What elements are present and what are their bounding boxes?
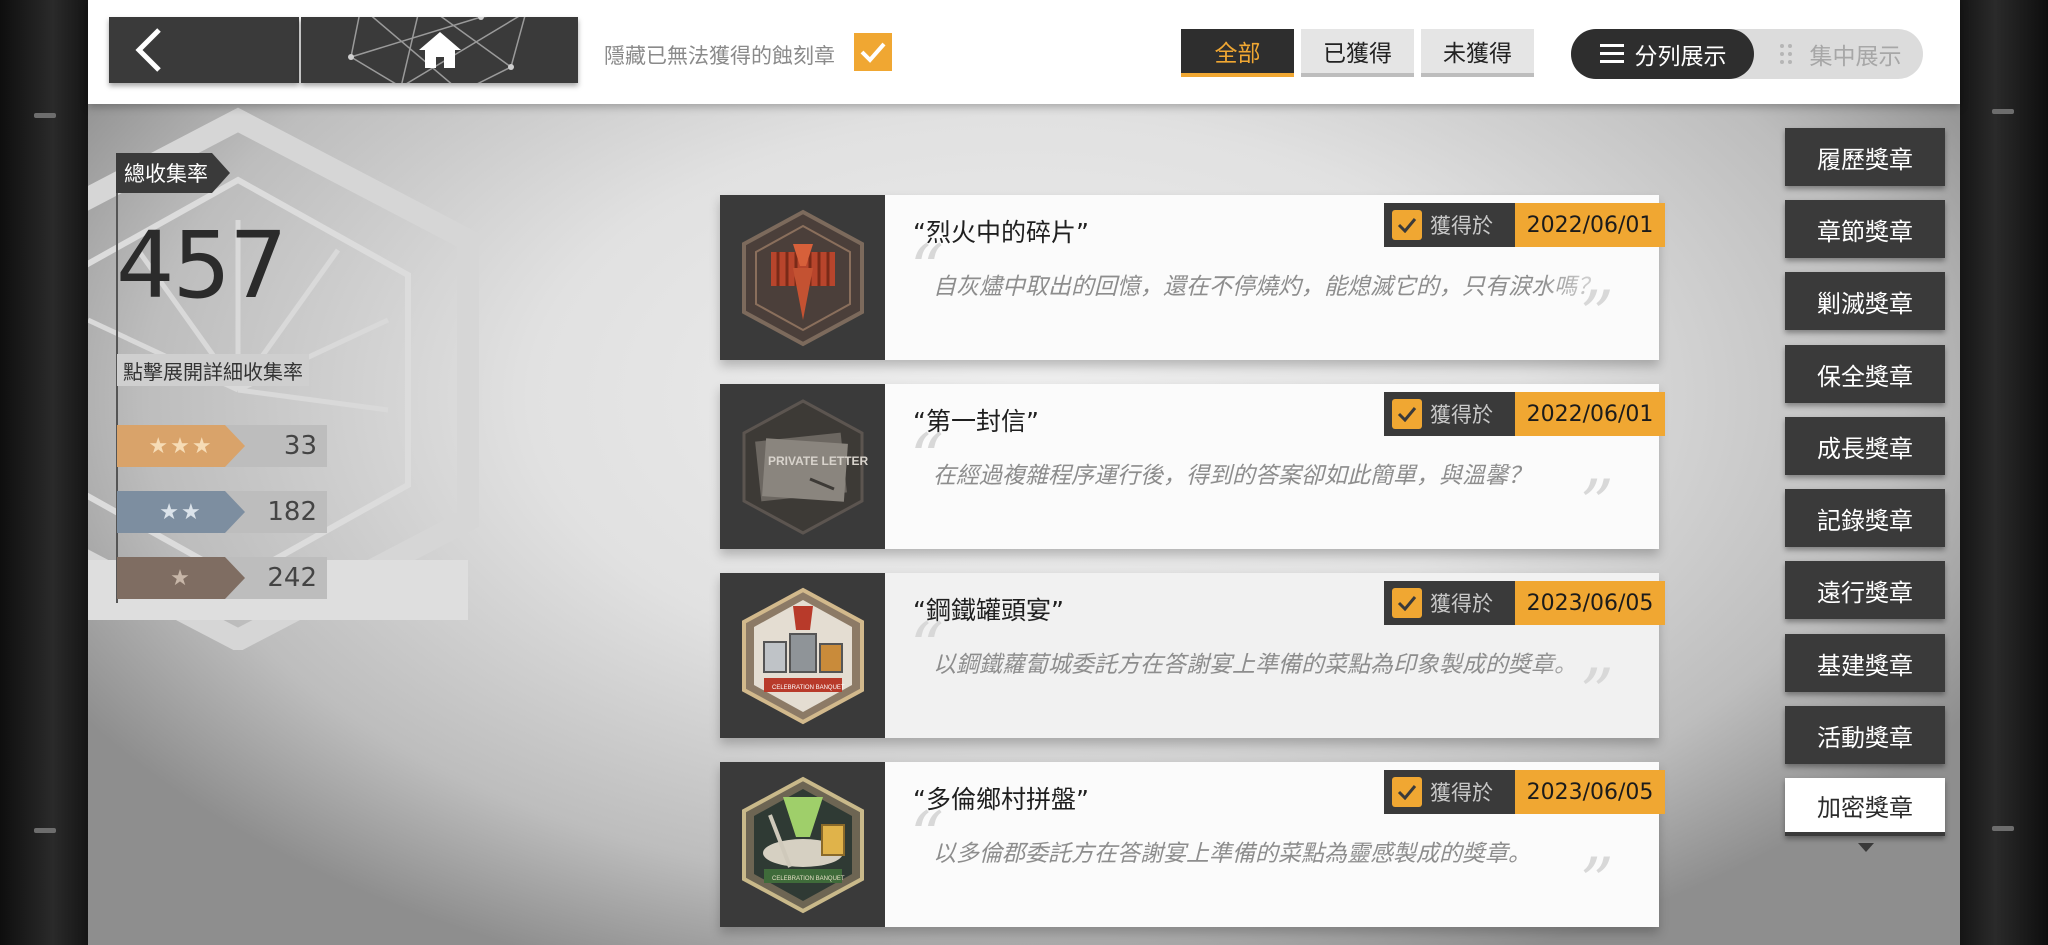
badge-text: CELEBRATION BANQUET [772, 876, 845, 882]
medal-card[interactable]: PRIVATE LETTER “第一封信” 獲得於 2022/06/01 “ 在… [720, 384, 1659, 549]
total-medal-count: 457 [116, 212, 288, 319]
tier-two-star-row: ★★ 182 [117, 491, 327, 533]
celebration-banquet-platter-medal-icon: CELEBRATION BANQUET [720, 762, 885, 927]
obtained-badge: 獲得於 2023/06/05 [1384, 581, 1665, 625]
category-security-medals[interactable]: 保全獎章 [1785, 345, 1945, 403]
medal-card[interactable]: CELEBRATION BANQUET “多倫鄉村拼盤” 獲得於 2023/06… [720, 762, 1659, 927]
category-annihilation-medals[interactable]: 剿滅獎章 [1785, 272, 1945, 330]
left-frame [0, 0, 88, 945]
category-growth-medals[interactable]: 成長獎章 [1785, 417, 1945, 475]
private-letter-medal-icon: PRIVATE LETTER [720, 384, 885, 549]
tier-three-star-count: 33 [283, 431, 317, 461]
obtained-label: 獲得於 [1430, 214, 1493, 238]
view-mode-split-label: 分列展示 [1634, 44, 1727, 70]
filter-tab-all[interactable]: 全部 [1181, 29, 1294, 77]
filter-tab-not-obtained[interactable]: 未獲得 [1421, 29, 1534, 77]
grid-icon [1779, 44, 1792, 64]
obtained-label: 獲得於 [1430, 592, 1493, 616]
view-mode-collected-button[interactable]: 集中展示 [1756, 29, 1923, 79]
medal-description: 自灰燼中取出的回憶，還在不停燒灼，能熄滅它的，只有淚水嗎？ [933, 274, 1600, 300]
category-encrypted-medals[interactable]: 加密獎章 [1785, 778, 1945, 836]
obtained-date: 2022/06/01 [1515, 203, 1665, 247]
active-category-caret-icon [1858, 843, 1874, 852]
obtained-date: 2022/06/01 [1515, 392, 1665, 436]
frame-marker [1992, 109, 2014, 114]
obtained-label: 獲得於 [1430, 781, 1493, 805]
close-quote-icon: ” [1580, 655, 1614, 732]
check-icon [1392, 777, 1422, 807]
right-frame [1960, 0, 2048, 945]
category-infrastructure-medals[interactable]: 基建獎章 [1785, 634, 1945, 692]
close-quote-icon: ” [1580, 277, 1614, 354]
category-event-medals[interactable]: 活動獎章 [1785, 706, 1945, 764]
category-record-medals[interactable]: 記錄獎章 [1785, 489, 1945, 547]
obtained-date: 2023/06/05 [1515, 770, 1665, 814]
obtained-badge: 獲得於 2022/06/01 [1384, 392, 1665, 436]
check-icon [1392, 210, 1422, 240]
medal-card[interactable]: “烈火中的碎片” 獲得於 2022/06/01 “ 自灰燼中取出的回憶，還在不停… [720, 195, 1659, 360]
frame-marker [34, 828, 56, 833]
three-star-icon: ★★★ [117, 425, 245, 467]
tier-three-star-row: ★★★ 33 [117, 425, 327, 467]
close-quote-icon: ” [1580, 844, 1614, 921]
badge-text: CELEBRATION BANQUET [772, 685, 845, 691]
obtained-badge: 獲得於 2023/06/05 [1384, 770, 1665, 814]
check-icon [1392, 399, 1422, 429]
obtained-badge: 獲得於 2022/06/01 [1384, 203, 1665, 247]
checkmark-icon [860, 42, 886, 63]
category-expedition-medals[interactable]: 遠行獎章 [1785, 561, 1945, 619]
medal-description: 以鋼鐵蘿蔔城委託方在答謝宴上準備的菜點為印象製成的獎章。 [933, 652, 1577, 678]
view-mode-split-button[interactable]: 分列展示 [1571, 29, 1754, 79]
frame-marker [34, 113, 56, 118]
view-mode-collected-label: 集中展示 [1809, 44, 1902, 70]
chevron-left-icon [135, 28, 161, 72]
tier-two-star-count: 182 [267, 497, 317, 527]
medal-description: 在經過複雜程序運行後，得到的答案卻如此簡單，與溫馨？ [933, 463, 1531, 489]
medal-card[interactable]: CELEBRATION BANQUET “鋼鐵罐頭宴” 獲得於 2023/06/… [720, 573, 1659, 738]
medal-description: 以多倫郡委託方在答謝宴上準備的菜點為靈感製成的獎章。 [933, 841, 1531, 867]
category-chapter-medals[interactable]: 章節獎章 [1785, 200, 1945, 258]
back-button[interactable] [109, 17, 299, 83]
top-bar: 隱藏已無法獲得的蝕刻章 全部 已獲得 未獲得 分列展示 集中展示 [88, 0, 1960, 104]
tier-one-star-row: ★ 242 [117, 557, 327, 599]
frame-marker [1992, 826, 2014, 831]
close-quote-icon: ” [1580, 466, 1614, 543]
hide-unobtainable-checkbox[interactable] [854, 33, 892, 71]
expand-collection-rate-link[interactable]: 點擊展開詳細收集率 [117, 354, 309, 386]
one-star-icon: ★ [117, 557, 245, 599]
list-icon [1599, 44, 1624, 63]
obtained-label: 獲得於 [1430, 403, 1493, 427]
home-button[interactable] [301, 17, 578, 83]
view-mode-toggle: 分列展示 集中展示 [1571, 29, 1923, 79]
obtained-date: 2023/06/05 [1515, 581, 1665, 625]
hide-unobtainable-label: 隱藏已無法獲得的蝕刻章 [604, 44, 835, 68]
badge-text: PRIVATE LETTER [768, 454, 868, 468]
check-icon [1392, 588, 1422, 618]
category-resume-medals[interactable]: 履歷獎章 [1785, 128, 1945, 186]
two-star-icon: ★★ [117, 491, 245, 533]
tier-one-star-count: 242 [267, 563, 317, 593]
fire-fragment-medal-icon [720, 195, 885, 360]
home-icon [418, 32, 461, 68]
celebration-banquet-medal-icon: CELEBRATION BANQUET [720, 573, 885, 738]
collection-rate-title: 總收集率 [116, 153, 230, 193]
filter-tab-obtained[interactable]: 已獲得 [1301, 29, 1414, 77]
